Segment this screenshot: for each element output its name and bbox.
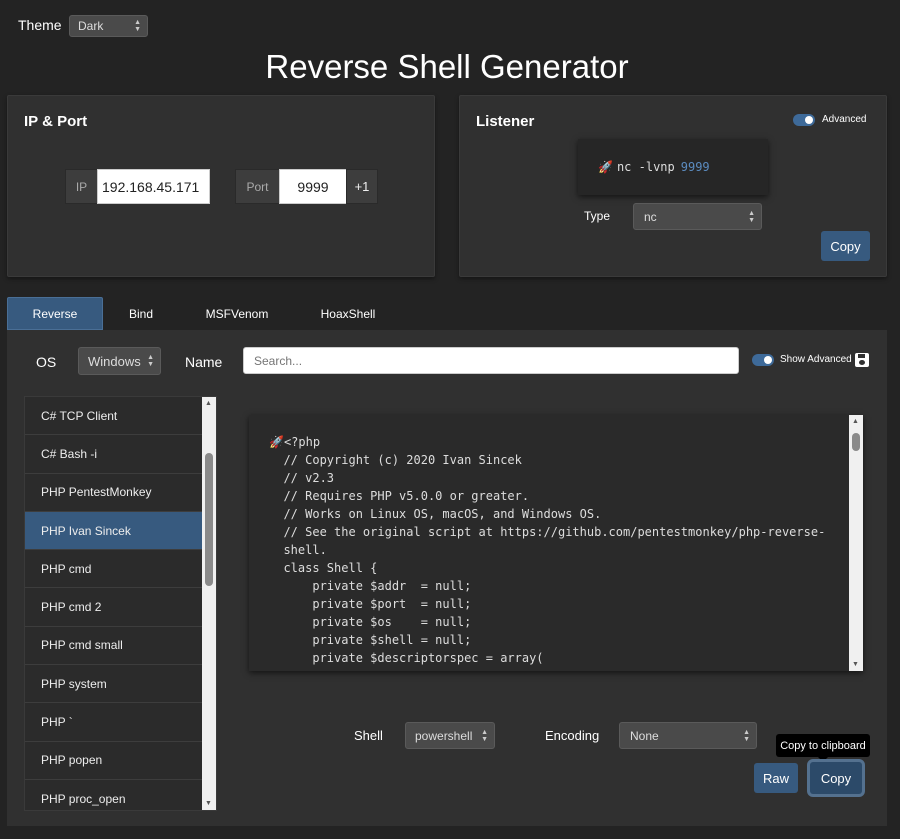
tab-msfvenom[interactable]: MSFVenom bbox=[196, 297, 278, 330]
search-input[interactable] bbox=[243, 347, 739, 374]
code-line: <?php bbox=[283, 435, 321, 449]
scroll-down-icon[interactable]: ▼ bbox=[852, 661, 859, 668]
scroll-up-icon[interactable]: ▲ bbox=[205, 400, 212, 407]
shell-select[interactable]: powershell ▲ ▼ bbox=[405, 722, 495, 749]
ip-input[interactable]: 192.168.45.171 bbox=[97, 169, 210, 204]
listener-copy-button[interactable]: Copy bbox=[821, 231, 870, 261]
tab-hoaxshell[interactable]: HoaxShell bbox=[308, 297, 388, 330]
scroll-down-icon[interactable]: ▼ bbox=[205, 800, 212, 807]
list-item[interactable]: PHP popen bbox=[25, 742, 204, 780]
show-advanced-label: Show Advanced bbox=[780, 354, 852, 365]
list-item[interactable]: C# TCP Client bbox=[25, 397, 204, 436]
os-label: OS bbox=[36, 354, 57, 370]
raw-button[interactable]: Raw bbox=[754, 763, 798, 793]
listener-command: nc -lvnp bbox=[616, 160, 675, 174]
copy-button[interactable]: Copy bbox=[810, 762, 862, 794]
list-item[interactable]: PHP proc_open bbox=[25, 780, 204, 810]
code-line: // See the original script at https://gi… bbox=[269, 525, 826, 539]
list-item[interactable]: PHP cmd bbox=[25, 550, 204, 589]
code-line: class Shell { bbox=[269, 561, 378, 575]
code-line: private $os = null; bbox=[269, 615, 472, 629]
code-line: private $descriptorspec = array( bbox=[269, 651, 544, 665]
encoding-select-value: None bbox=[630, 728, 659, 743]
list-scrollbar[interactable]: ▲ ▼ bbox=[202, 397, 216, 810]
ip-addon: IP bbox=[65, 169, 98, 204]
chevron-updown-icon: ▲ ▼ bbox=[147, 354, 154, 368]
advanced-toggle[interactable] bbox=[793, 114, 815, 126]
shell-label: Shell bbox=[354, 728, 383, 743]
theme-select-value: Dark bbox=[78, 19, 104, 33]
code-line: // Requires PHP v5.0.0 or greater. bbox=[269, 489, 530, 503]
rocket-icon: 🚀 bbox=[269, 435, 284, 449]
shell-select-value: powershell bbox=[415, 728, 473, 743]
os-select-value: Windows bbox=[88, 353, 141, 369]
ip-port-title: IP & Port bbox=[24, 113, 88, 130]
code-line: // Works on Linux OS, macOS, and Windows… bbox=[269, 507, 602, 521]
listener-type-value: nc bbox=[644, 209, 657, 224]
code-line: private $shell = null; bbox=[269, 633, 472, 647]
code-line: shell. bbox=[269, 543, 327, 557]
theme-label: Theme bbox=[18, 17, 62, 33]
list-item[interactable]: PHP PentestMonkey bbox=[25, 474, 204, 512]
show-advanced-toggle[interactable] bbox=[752, 354, 774, 366]
save-icon[interactable] bbox=[855, 353, 869, 367]
encoding-select[interactable]: None ▲ ▼ bbox=[619, 722, 757, 749]
listener-port: 9999 bbox=[680, 160, 710, 174]
listener-type-label: Type bbox=[584, 209, 611, 223]
code-line: private $addr = null; bbox=[269, 579, 472, 593]
list-item[interactable]: PHP system bbox=[25, 665, 204, 704]
list-item[interactable]: C# Bash -i bbox=[25, 435, 204, 474]
list-item[interactable]: PHP Ivan Sincek bbox=[25, 511, 204, 551]
chevron-updown-icon: ▲ ▼ bbox=[743, 728, 750, 743]
port-input[interactable]: 9999 bbox=[279, 169, 347, 204]
code-scroll-thumb[interactable] bbox=[852, 433, 860, 451]
chevron-updown-icon: ▲ ▼ bbox=[748, 209, 755, 224]
chevron-updown-icon: ▲ ▼ bbox=[481, 728, 488, 743]
tab-reverse[interactable]: Reverse bbox=[7, 297, 103, 330]
name-label: Name bbox=[185, 354, 223, 370]
list-scroll-thumb[interactable] bbox=[205, 453, 213, 586]
list-item[interactable]: PHP cmd 2 bbox=[25, 588, 204, 627]
scroll-up-icon[interactable]: ▲ bbox=[852, 418, 859, 425]
page-title: Reverse Shell Generator bbox=[265, 48, 629, 85]
tab-bind[interactable]: Bind bbox=[112, 297, 170, 330]
code-line: // Copyright (c) 2020 Ivan Sincek bbox=[269, 453, 522, 467]
code-output[interactable]: 🚀<?php // Copyright (c) 2020 Ivan Sincek… bbox=[249, 415, 863, 671]
code-line: private $port = null; bbox=[269, 597, 472, 611]
port-addon: Port bbox=[235, 169, 280, 204]
list-item[interactable]: PHP ` bbox=[25, 703, 204, 742]
advanced-label: Advanced bbox=[822, 114, 867, 125]
port-increment-button[interactable]: +1 bbox=[346, 169, 378, 204]
code-line: // v2.3 bbox=[269, 471, 335, 485]
code-scrollbar[interactable]: ▲ ▼ bbox=[849, 415, 863, 671]
encoding-label: Encoding bbox=[545, 728, 600, 743]
code-text: 🚀<?php // Copyright (c) 2020 Ivan Sincek… bbox=[269, 433, 839, 667]
os-select[interactable]: Windows ▲ ▼ bbox=[78, 347, 161, 375]
list-item[interactable]: PHP cmd small bbox=[25, 627, 204, 666]
copy-tooltip: Copy to clipboard bbox=[776, 734, 870, 762]
theme-select[interactable]: Dark ▲ ▼ bbox=[69, 15, 148, 37]
rocket-icon: 🚀 bbox=[598, 160, 613, 174]
listener-title: Listener bbox=[476, 113, 535, 130]
shell-list[interactable]: C# TCP Client C# Bash -i PHP PentestMonkey… bbox=[24, 396, 217, 811]
chevron-updown-icon: ▲ ▼ bbox=[134, 19, 141, 33]
listener-type-select[interactable]: nc ▲ ▼ bbox=[633, 203, 762, 230]
listener-command-box: 🚀 nc -lvnp 9999 bbox=[578, 139, 768, 195]
